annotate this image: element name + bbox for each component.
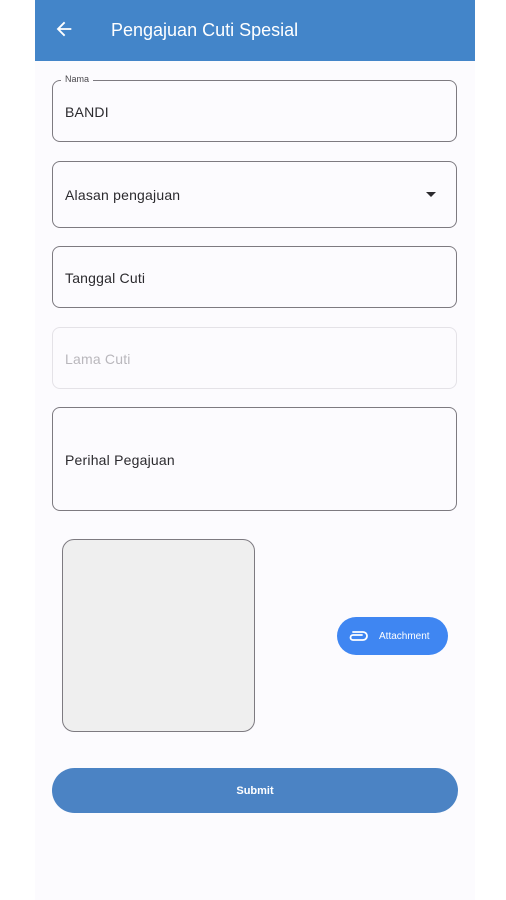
- alasan-dropdown[interactable]: Alasan pengajuan: [52, 161, 457, 228]
- perihal-field[interactable]: Perihal Pegajuan: [52, 407, 457, 511]
- nama-value: BANDI: [65, 104, 109, 120]
- paperclip-icon: [347, 629, 369, 643]
- attachment-label: Attachment: [379, 630, 430, 642]
- dropdown-arrow-icon: [426, 192, 436, 197]
- screen: Pengajuan Cuti Spesial Nama BANDI Alasan…: [35, 0, 475, 900]
- submit-label: Submit: [236, 784, 274, 797]
- nama-field[interactable]: Nama BANDI: [52, 74, 457, 142]
- app-bar: Pengajuan Cuti Spesial: [35, 0, 475, 61]
- arrow-left-icon: [53, 18, 75, 45]
- page-title: Pengajuan Cuti Spesial: [111, 20, 299, 40]
- nama-label: Nama: [61, 74, 94, 84]
- perihal-placeholder: Perihal Pegajuan: [65, 452, 175, 468]
- alasan-placeholder: Alasan pengajuan: [65, 187, 181, 203]
- attachment-preview: [62, 539, 255, 732]
- attachment-button[interactable]: Attachment: [337, 617, 448, 655]
- lama-cuti-placeholder: Lama Cuti: [65, 351, 131, 367]
- submit-button[interactable]: Submit: [52, 768, 458, 813]
- back-button[interactable]: [49, 16, 79, 46]
- lama-cuti-field: Lama Cuti: [52, 327, 457, 389]
- tanggal-cuti-placeholder: Tanggal Cuti: [65, 270, 146, 286]
- tanggal-cuti-field[interactable]: Tanggal Cuti: [52, 246, 457, 308]
